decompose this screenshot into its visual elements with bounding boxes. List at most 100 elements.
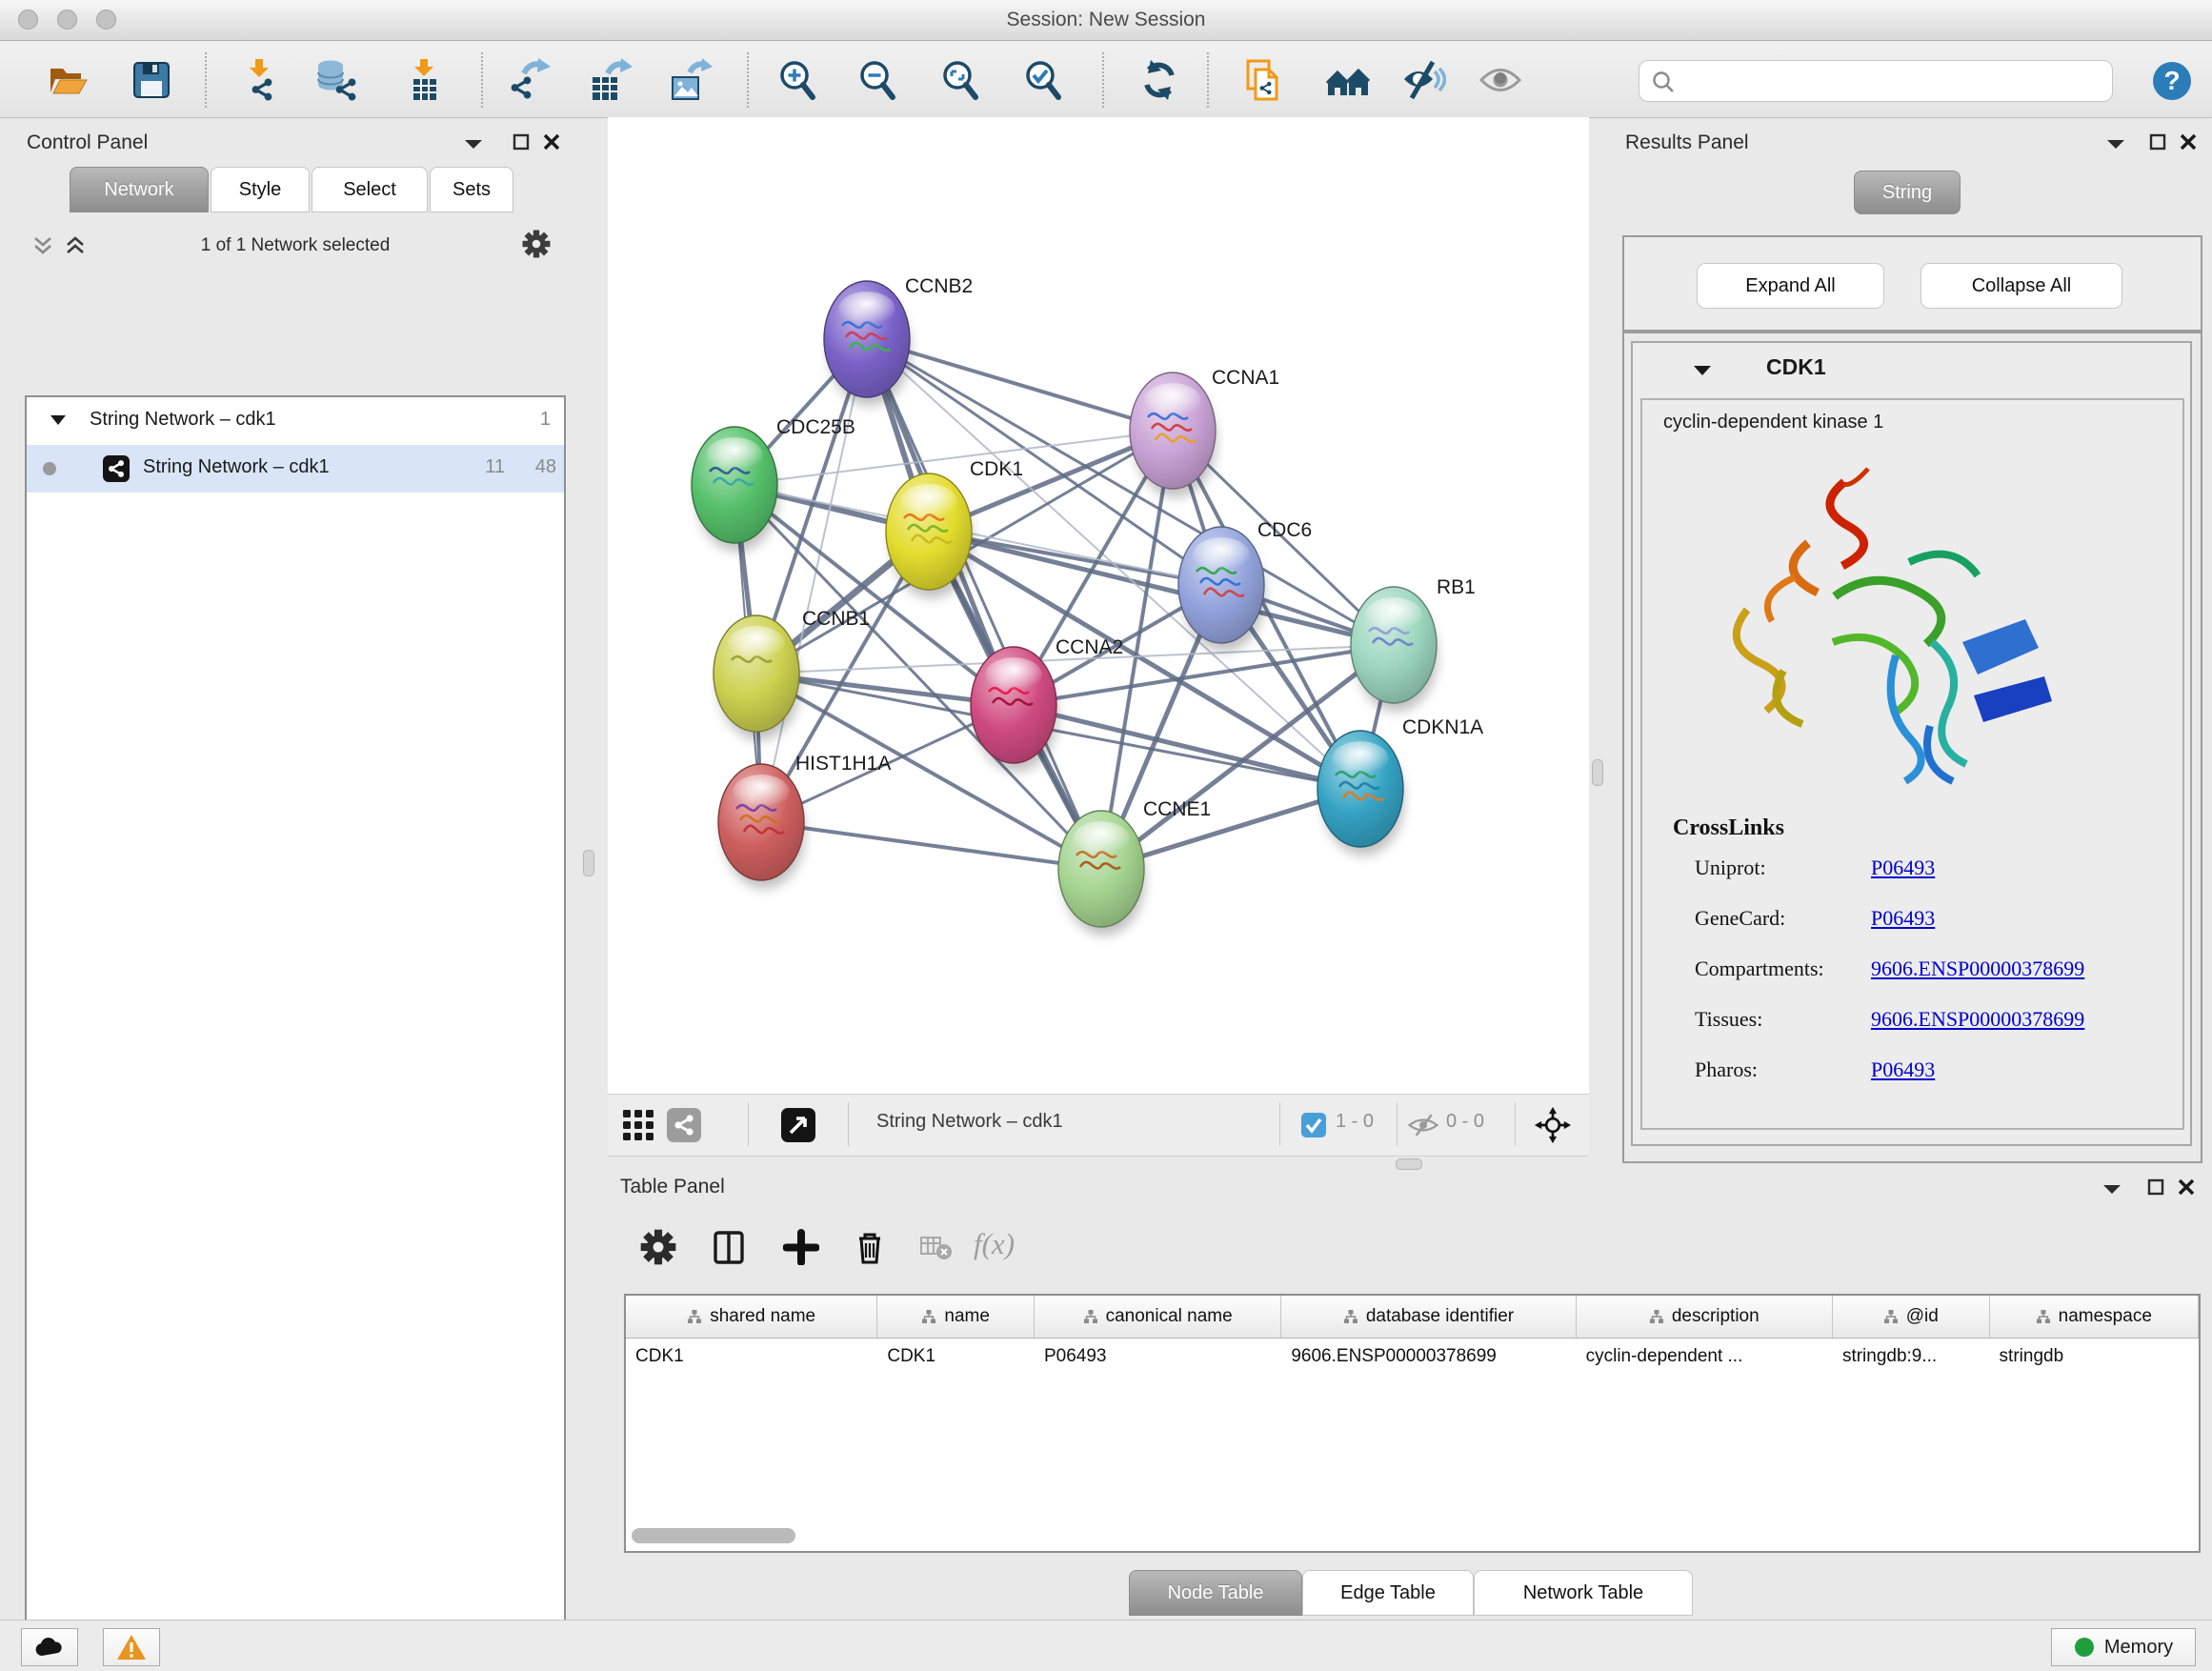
control-panel-close-icon[interactable]	[543, 133, 560, 151]
export-table-icon[interactable]	[589, 58, 633, 102]
zoom-in-icon[interactable]	[775, 58, 819, 102]
network-graph[interactable]: CCNB2CCNA1CDC25BCDK1CDC6RB1CCNB1CCNA2CDK…	[608, 117, 1589, 1094]
column-header-description[interactable]: description	[1577, 1296, 1833, 1338]
network-canvas[interactable]: CCNB2CCNA1CDC25BCDK1CDC6RB1CCNB1CCNA2CDK…	[608, 117, 1589, 1094]
import-database-icon[interactable]	[314, 58, 358, 102]
column-header-id[interactable]: @id	[1833, 1296, 1990, 1338]
column-header-databaseidentifier[interactable]: database identifier	[1281, 1296, 1576, 1338]
expand-all-button[interactable]: Expand All	[1697, 263, 1884, 309]
node-label-CDC6: CDC6	[1257, 519, 1312, 541]
crosslink-link[interactable]: P06493	[1871, 906, 1935, 931]
column-header-namespace[interactable]: namespace	[1990, 1296, 2199, 1338]
import-table-icon[interactable]	[402, 58, 446, 102]
node-CDC25B[interactable]	[692, 427, 778, 552]
help-button[interactable]: ?	[2151, 60, 2193, 107]
left-splitter-grip[interactable]	[583, 850, 594, 876]
node-RB1[interactable]	[1351, 587, 1438, 712]
results-panel-float-icon[interactable]	[2149, 133, 2166, 151]
zoom-fit-icon[interactable]	[938, 58, 982, 102]
crosslink-link[interactable]: 9606.ENSP00000378699	[1871, 1007, 2084, 1032]
show-columns-icon[interactable]	[711, 1229, 747, 1265]
node-CCNA2[interactable]	[971, 647, 1057, 772]
table-cell[interactable]: P06493	[1035, 1338, 1281, 1376]
table-cell[interactable]: 9606.ENSP00000378699	[1281, 1338, 1576, 1376]
network-collection-row[interactable]: String Network – cdk1 1	[27, 397, 564, 445]
export-image-icon[interactable]	[669, 58, 713, 102]
collapse-all-networks-icon[interactable]	[30, 233, 55, 258]
tab-select[interactable]: Select	[312, 167, 428, 212]
column-header-sharedname[interactable]: shared name	[626, 1296, 877, 1338]
table-panel-menu-icon[interactable]	[2101, 1183, 2122, 1195]
hidden-node-edge-counter: 0 - 0	[1446, 1111, 1484, 1133]
table-cell[interactable]: stringdb	[1990, 1338, 2199, 1376]
table-horizontal-scrollbar[interactable]	[632, 1528, 795, 1543]
cloud-icon	[33, 1636, 66, 1659]
table-cell[interactable]: stringdb:9...	[1833, 1338, 1990, 1376]
open-file-icon[interactable]	[46, 58, 90, 102]
right-splitter-grip[interactable]	[1592, 759, 1603, 786]
grid-view-icon[interactable]	[621, 1108, 655, 1142]
node-CDK1[interactable]	[886, 473, 973, 598]
table-panel-float-icon[interactable]	[2147, 1178, 2164, 1196]
node-CDC6[interactable]	[1178, 527, 1265, 652]
import-network-icon[interactable]	[238, 58, 282, 102]
hide-selected-icon[interactable]	[1402, 58, 1446, 102]
zoom-selected-icon[interactable]	[1021, 58, 1065, 102]
refresh-icon[interactable]	[1137, 58, 1181, 102]
table-cell[interactable]: cyclin-dependent ...	[1577, 1338, 1833, 1376]
copy-document-icon[interactable]	[1242, 58, 1286, 102]
table-cell[interactable]: CDK1	[626, 1338, 877, 1376]
collapse-all-button[interactable]: Collapse All	[1920, 263, 2122, 309]
selected-checkbox-icon[interactable]	[1301, 1113, 1326, 1137]
node-HIST1H1A[interactable]	[718, 764, 805, 889]
show-eye-icon[interactable]	[1478, 58, 1522, 102]
table-panel-close-icon[interactable]	[2178, 1178, 2195, 1196]
zoom-out-icon[interactable]	[855, 58, 899, 102]
search-input[interactable]	[1681, 65, 2104, 97]
node-CCNE1[interactable]	[1058, 811, 1145, 936]
table-cell[interactable]: CDK1	[877, 1338, 1035, 1376]
control-panel-float-icon[interactable]	[513, 133, 530, 151]
warnings-button[interactable]	[103, 1628, 160, 1666]
tab-edge-table[interactable]: Edge Table	[1302, 1570, 1474, 1616]
table-row[interactable]: CDK1CDK1P064939606.ENSP00000378699cyclin…	[626, 1338, 2199, 1376]
hidden-eye-slash-icon	[1408, 1113, 1438, 1137]
network-row-selected[interactable]: String Network – cdk1 11 48	[27, 445, 564, 493]
edge-CCNA2-CDKN1A	[1014, 705, 1360, 789]
add-column-icon[interactable]	[783, 1229, 819, 1265]
network-share-view-icon[interactable]	[667, 1108, 701, 1142]
crosslink-link[interactable]: P06493	[1871, 1057, 1935, 1082]
column-header-canonicalname[interactable]: canonical name	[1035, 1296, 1281, 1338]
node-CDKN1A[interactable]	[1317, 731, 1404, 856]
column-header-name[interactable]: name	[877, 1296, 1035, 1338]
network-options-gear-icon[interactable]	[522, 230, 551, 258]
node-CCNB2[interactable]	[824, 281, 911, 406]
control-panel-menu-icon[interactable]	[463, 138, 484, 150]
save-session-icon[interactable]	[130, 58, 173, 102]
pan-crosshair-icon[interactable]	[1534, 1106, 1572, 1144]
bottom-splitter-grip[interactable]	[1396, 1158, 1422, 1170]
tab-sets[interactable]: Sets	[430, 167, 513, 212]
memory-button[interactable]: Memory	[2051, 1628, 2196, 1666]
expand-all-networks-icon[interactable]	[63, 233, 88, 258]
home-networks-icon[interactable]	[1326, 58, 1370, 102]
tab-node-table[interactable]: Node Table	[1129, 1570, 1302, 1616]
tab-style[interactable]: Style	[211, 167, 310, 212]
node-CCNB1[interactable]	[714, 615, 800, 740]
table-header-row: shared namenamecanonical namedatabase id…	[626, 1296, 2199, 1339]
gene-card-collapse-icon[interactable]	[1692, 364, 1713, 376]
results-panel-close-icon[interactable]	[2180, 133, 2197, 151]
table-options-gear-icon[interactable]	[640, 1229, 676, 1265]
tab-string[interactable]: String	[1854, 171, 1961, 214]
results-panel-menu-icon[interactable]	[2105, 138, 2126, 150]
export-network-icon[interactable]	[507, 58, 551, 102]
tab-network[interactable]: Network	[70, 167, 209, 212]
birds-eye-view-icon[interactable]	[781, 1108, 815, 1142]
cloud-status-button[interactable]	[21, 1628, 78, 1666]
crosslink-link[interactable]: P06493	[1871, 856, 1935, 880]
crosslink-link[interactable]: 9606.ENSP00000378699	[1871, 956, 2084, 981]
tab-network-table[interactable]: Network Table	[1474, 1570, 1693, 1616]
collection-expand-icon[interactable]	[50, 414, 67, 426]
delete-column-icon[interactable]	[852, 1229, 888, 1265]
search-box[interactable]	[1639, 60, 2113, 102]
